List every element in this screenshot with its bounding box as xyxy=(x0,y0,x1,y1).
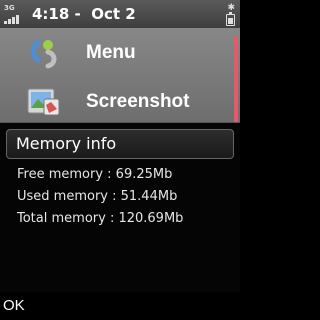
free-memory-line: Free memory : 69.25Mb xyxy=(17,167,173,182)
dialog-title: Memory info xyxy=(6,129,234,159)
network-type: 3G xyxy=(4,4,15,12)
signal-bars-icon xyxy=(4,15,19,24)
screenshot-label: Screenshot xyxy=(86,91,190,112)
total-memory-line: Total memory : 120.69Mb xyxy=(17,211,184,226)
used-memory-line: Used memory : 51.44Mb xyxy=(17,189,178,204)
scroll-indicator xyxy=(234,36,238,126)
time-date: 4:18 - Oct 2 xyxy=(32,5,136,23)
home-item-menu[interactable]: Menu xyxy=(0,34,240,72)
home-item-screenshot[interactable]: Screenshot xyxy=(0,83,240,121)
status-icons: ✱ xyxy=(226,3,235,26)
menu-icon xyxy=(31,39,57,69)
battery-icon xyxy=(226,12,235,26)
memory-info-dialog: Memory info Free memory : 69.25Mb Used m… xyxy=(0,122,240,292)
ok-softkey[interactable]: OK xyxy=(3,297,25,314)
screenshot-app-icon xyxy=(27,88,60,116)
menu-label: Menu xyxy=(86,42,136,63)
softkey-bar: OK xyxy=(0,292,240,320)
status-bar: 3G 4:18 - Oct 2 ✱ xyxy=(0,0,240,28)
signal-indicator: 3G xyxy=(4,4,22,24)
